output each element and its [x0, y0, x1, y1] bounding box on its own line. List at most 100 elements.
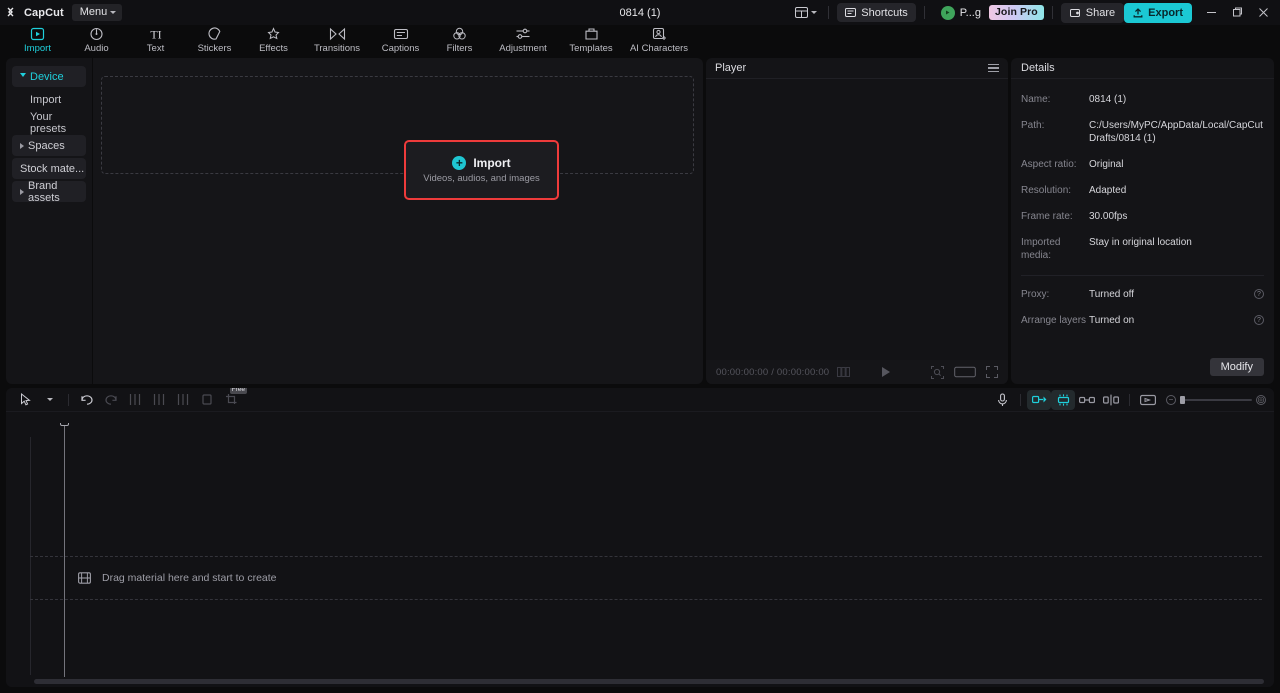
delete-button[interactable] [195, 390, 219, 410]
chevron-down-icon [47, 398, 53, 401]
captions-icon [393, 26, 409, 42]
help-icon[interactable]: ? [1254, 289, 1264, 299]
undo-button[interactable] [75, 390, 99, 410]
select-tool-button[interactable] [14, 390, 38, 410]
audio-icon [89, 26, 104, 42]
import-button[interactable]: + Import Videos, audios, and images [404, 140, 559, 200]
timeline-tracks-area[interactable]: Drag material here and start to create [6, 423, 1274, 687]
zoom-fit-icon[interactable] [931, 365, 944, 379]
record-voiceover-button[interactable] [990, 390, 1014, 410]
tab-import[interactable]: Import [8, 25, 67, 58]
import-label: Import [473, 156, 511, 170]
shortcuts-button[interactable]: Shortcuts [837, 3, 916, 22]
shortcuts-icon [845, 8, 857, 17]
playhead-handle[interactable] [60, 423, 69, 426]
layout-button[interactable] [792, 3, 820, 22]
chevron-down-icon [20, 73, 26, 80]
tab-ai-characters[interactable]: AI Characters [625, 25, 693, 58]
player-header: Player [706, 58, 1008, 79]
filters-icon [452, 26, 467, 42]
zoom-slider-knob[interactable] [1180, 395, 1185, 404]
title-bar-right: Shortcuts P...g Join Pro Share Export [792, 0, 1280, 25]
join-pro-button[interactable]: Join Pro [988, 5, 1044, 20]
close-button[interactable] [1250, 2, 1276, 24]
timeline-drop-zone[interactable]: Drag material here and start to create [30, 556, 1262, 600]
playhead[interactable] [60, 423, 69, 677]
export-button[interactable]: Export [1124, 2, 1192, 23]
detail-value: C:/Users/MyPC/AppData/Local/CapCut Draft… [1089, 120, 1263, 144]
detail-row-imported-media: Imported media: Stay in original locatio… [1021, 236, 1264, 262]
minimize-button[interactable] [1198, 2, 1224, 24]
title-bar-left: CapCut Menu [0, 4, 123, 21]
chevron-down-icon [811, 11, 818, 14]
import-subtitle: Videos, audios, and images [423, 173, 540, 184]
auto-fit-button[interactable] [1027, 389, 1051, 410]
split-clip-button[interactable] [1099, 390, 1123, 410]
aspect-ratio-icon[interactable] [954, 366, 976, 378]
sidebar-item-spaces[interactable]: Spaces [12, 135, 86, 156]
timeline-drop-hint: Drag material here and start to create [102, 572, 277, 584]
tab-effects[interactable]: Effects [244, 25, 303, 58]
tab-label: Text [146, 43, 165, 54]
help-icon[interactable]: ? [1254, 315, 1264, 325]
modify-button[interactable]: Modify [1209, 358, 1264, 376]
menu-button[interactable]: Menu [71, 4, 123, 21]
link-clips-button[interactable] [1075, 390, 1099, 410]
detail-value: 0814 (1) [1089, 94, 1127, 105]
timeline-toolbar: Free − ◎ [6, 388, 1274, 412]
tab-captions[interactable]: Captions [371, 25, 430, 58]
chevron-down-icon [110, 11, 117, 14]
media-dropzone[interactable] [101, 76, 694, 174]
avatar [940, 5, 955, 20]
app-brand-name: CapCut [24, 6, 64, 19]
detail-row-proxy: Proxy: Turned off ? [1021, 288, 1264, 301]
play-button[interactable] [882, 367, 891, 377]
zoom-slider-track[interactable] [1180, 395, 1252, 404]
zoom-out-icon[interactable]: − [1166, 394, 1176, 405]
trim-left-button[interactable] [147, 390, 171, 410]
tab-audio[interactable]: Audio [67, 25, 126, 58]
player-canvas[interactable] [706, 79, 1008, 360]
redo-button[interactable] [99, 390, 123, 410]
fullscreen-icon[interactable] [986, 366, 998, 378]
sidebar-item-your-presets[interactable]: Your presets [12, 111, 86, 135]
player-right-controls [931, 365, 998, 379]
text-icon: TI [147, 26, 165, 42]
player-controls: 00:00:00:00 / 00:00:00:00 [706, 360, 1008, 384]
sidebar-item-import[interactable]: Import [12, 89, 86, 110]
divider [1021, 275, 1264, 276]
share-icon [1069, 8, 1081, 18]
detail-value: Adapted [1089, 185, 1127, 196]
divider [1129, 393, 1130, 406]
crop-button[interactable]: Free [219, 388, 247, 410]
timeline-ruler[interactable] [6, 412, 1274, 423]
sidebar-item-stock-materials[interactable]: Stock mate... [12, 158, 86, 179]
tab-label: Adjustment [499, 43, 547, 54]
tab-transitions[interactable]: Transitions [303, 25, 371, 58]
trim-right-button[interactable] [171, 390, 195, 410]
plus-icon: + [452, 156, 467, 170]
select-tool-dropdown[interactable] [38, 390, 62, 410]
preview-thumbnails-button[interactable] [1136, 390, 1160, 410]
magnetic-snap-button[interactable] [1051, 389, 1075, 410]
player-frames-icon[interactable] [837, 367, 851, 377]
stickers-icon [207, 26, 222, 42]
tab-label: Audio [84, 43, 109, 54]
zoom-fit-timeline-icon[interactable]: ◎ [1256, 394, 1266, 405]
user-account-button[interactable]: P...g [933, 3, 989, 22]
timeline-horizontal-scrollbar[interactable] [34, 679, 1264, 684]
share-button[interactable]: Share [1060, 2, 1125, 23]
tab-text[interactable]: TI Text [126, 25, 185, 58]
sidebar-item-device[interactable]: Device [12, 66, 86, 87]
split-button[interactable] [123, 390, 147, 410]
player-menu-icon[interactable] [988, 63, 999, 73]
maximize-button[interactable] [1224, 2, 1250, 24]
divider [828, 6, 830, 19]
tab-filters[interactable]: Filters [430, 25, 489, 58]
timeline-zoom-slider[interactable]: − ◎ [1166, 394, 1266, 405]
tab-adjustment[interactable]: Adjustment [489, 25, 557, 58]
player-timecode: 00:00:00:00 / 00:00:00:00 [716, 366, 830, 378]
sidebar-item-brand-assets[interactable]: Brand assets [12, 180, 86, 204]
tab-stickers[interactable]: Stickers [185, 25, 244, 58]
tab-templates[interactable]: Templates [557, 25, 625, 58]
